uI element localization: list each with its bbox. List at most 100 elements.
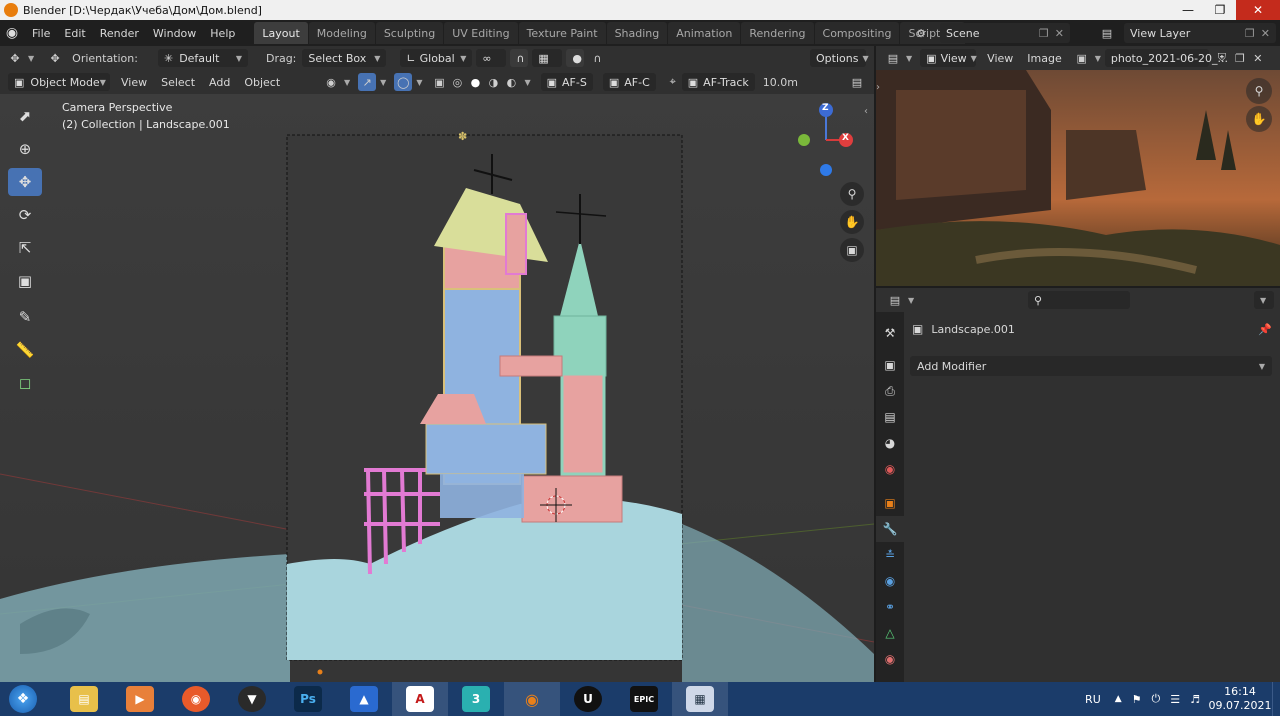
scene-selector[interactable]: Scene ❐ ✕ — [940, 23, 1070, 43]
editor-type-icon[interactable]: ▤ — [884, 49, 902, 67]
object-properties-icon[interactable]: ▣ — [876, 490, 904, 516]
viewport-menu-add[interactable]: Add — [202, 76, 237, 89]
menu-window[interactable]: Window — [146, 27, 203, 40]
system-clock[interactable]: 16:14 09.07.2021 — [1208, 685, 1272, 713]
tab-layout[interactable]: Layout — [254, 22, 308, 44]
image-menu-image[interactable]: Image — [1020, 52, 1068, 65]
measure-tool-icon[interactable]: 📏 — [8, 336, 42, 364]
gizmo-toggle-icon[interactable]: ↗ — [358, 73, 377, 91]
remove-view-layer-icon[interactable]: ✕ — [1261, 27, 1270, 40]
output-properties-icon[interactable]: ⎙ — [876, 378, 904, 404]
modifier-properties-icon[interactable]: 🔧 — [876, 516, 904, 542]
image-menu-view[interactable]: View — [980, 52, 1020, 65]
tab-sculpting[interactable]: Sculpting — [375, 22, 444, 44]
camera-view-icon[interactable]: ▣ — [840, 238, 864, 262]
image-view-dropdown[interactable]: ▣ View ▼ — [920, 49, 977, 67]
material-properties-icon[interactable]: ◉ — [876, 646, 904, 672]
data-properties-icon[interactable]: △ — [876, 620, 904, 646]
add-cube-tool-icon[interactable]: ◻ — [8, 369, 42, 397]
transform-tool-icon-2[interactable]: ▣ — [8, 267, 42, 295]
fake-user-icon[interactable]: ⛨ — [1213, 49, 1231, 67]
snap-toggle[interactable]: ∩ — [510, 49, 529, 67]
tab-shading[interactable]: Shading — [606, 22, 668, 44]
menu-render[interactable]: Render — [93, 27, 146, 40]
transform-tool-icon[interactable]: ✥ — [6, 49, 24, 67]
view-layer-icon[interactable]: ▤ — [1098, 24, 1116, 42]
navigation-gizmo[interactable]: Z X — [796, 100, 856, 184]
af-s-button[interactable]: ▣ AF-S — [540, 73, 593, 91]
menu-edit[interactable]: Edit — [57, 27, 92, 40]
menu-help[interactable]: Help — [203, 27, 242, 40]
drag-dropdown[interactable]: Select Box ▼ — [302, 49, 387, 67]
tab-animation[interactable]: Animation — [668, 22, 741, 44]
overlays-toggle-icon[interactable]: ◯ — [394, 73, 413, 91]
af-track-button[interactable]: ▣ AF-Track — [681, 73, 755, 91]
mode-dropdown[interactable]: ▣ Object Mode ▼ — [8, 73, 110, 91]
viewport-menu-object[interactable]: Object — [237, 76, 287, 89]
taskbar-explorer[interactable]: ▤ — [56, 682, 112, 716]
image-editor-canvas[interactable]: ⚲ ✋ › — [876, 70, 1280, 286]
wireframe-shading-icon[interactable]: ◎ — [448, 73, 466, 91]
tab-uv-editing[interactable]: UV Editing — [444, 22, 518, 44]
cursor-tool-icon[interactable]: ⊕ — [8, 135, 42, 163]
image-name-field[interactable]: photo_2021-06-20_... — [1104, 49, 1228, 67]
start-button[interactable]: ❖ — [0, 682, 46, 716]
rotate-tool-icon[interactable]: ⟳ — [8, 201, 42, 229]
snap-target-dropdown[interactable]: ▦ — [532, 49, 563, 67]
taskbar-firefox[interactable]: ◉ — [168, 682, 224, 716]
properties-editor-icon[interactable]: ▤ — [886, 291, 904, 309]
new-scene-icon[interactable]: ❐ — [1039, 27, 1049, 40]
show-desktop-button[interactable] — [1272, 682, 1280, 716]
orientation-dropdown[interactable]: ✳ Default ▼ — [157, 49, 248, 67]
taskbar-autocad[interactable]: A — [392, 682, 448, 716]
3d-viewport[interactable]: ✽ Camera Perspective (2) Collection | La… — [0, 94, 874, 682]
tool-properties-icon[interactable]: ⚒ — [876, 320, 904, 346]
tab-texture-paint[interactable]: Texture Paint — [518, 22, 606, 44]
properties-search[interactable]: ⚲ — [1028, 291, 1130, 309]
solid-shading-icon[interactable]: ● — [466, 73, 484, 91]
view-layer-properties-icon[interactable]: ▤ — [876, 404, 904, 430]
select-tool-icon[interactable]: ⬈ — [8, 102, 42, 130]
falloff-icon[interactable]: ∩ — [588, 49, 606, 67]
taskbar-epic-games[interactable]: EPIC — [616, 682, 672, 716]
taskbar-inkscape[interactable]: ▼ — [224, 682, 280, 716]
world-properties-icon[interactable]: ◉ — [876, 456, 904, 482]
material-shading-icon[interactable]: ◑ — [484, 73, 502, 91]
view-layer-selector[interactable]: View Layer ❐ ✕ — [1124, 23, 1276, 43]
image-browse-icon[interactable]: ▣ — [1073, 49, 1091, 67]
xray-toggle-icon[interactable]: ▣ — [430, 73, 448, 91]
sidebar-arrow-icon[interactable]: ‹ — [864, 106, 868, 117]
remove-scene-icon[interactable]: ✕ — [1055, 27, 1064, 40]
pin-icon[interactable]: 📌 — [1258, 323, 1272, 336]
rendered-shading-icon[interactable]: ◐ — [502, 73, 520, 91]
scene-type-icon[interactable]: ⚙ — [912, 24, 930, 42]
physics-properties-icon[interactable]: ◉ — [876, 568, 904, 594]
close-button[interactable]: ✕ — [1236, 0, 1280, 20]
show-hidden-icons[interactable]: ▲ — [1115, 694, 1122, 704]
image-pan-icon[interactable]: ✋ — [1246, 106, 1272, 132]
network-icon[interactable]: ☰ — [1170, 693, 1180, 706]
taskbar-calculator[interactable]: ▦ — [672, 682, 728, 716]
volume-icon[interactable]: ♬ — [1190, 693, 1200, 706]
zoom-icon[interactable]: ⚲ — [840, 182, 864, 206]
pan-hand-icon[interactable]: ✋ — [840, 210, 864, 234]
close-image-icon[interactable]: ✕ — [1249, 49, 1267, 67]
new-image-icon[interactable]: ❐ — [1231, 49, 1249, 67]
viewport-menu-view[interactable]: View — [114, 76, 154, 89]
taskbar-unreal[interactable]: U — [560, 682, 616, 716]
maximize-button[interactable]: ❐ — [1204, 0, 1236, 20]
taskbar-affinity[interactable]: ▲ — [336, 682, 392, 716]
annotate-tool-icon[interactable]: ✎ — [8, 303, 42, 331]
minimize-button[interactable]: — — [1172, 0, 1204, 20]
blender-logo-icon[interactable]: ◉ — [3, 24, 21, 42]
taskbar-photoshop[interactable]: Ps — [280, 682, 336, 716]
visibility-eye-icon[interactable]: ◉ — [322, 73, 340, 91]
move-tool-icon[interactable]: ✥ — [8, 168, 42, 196]
new-view-layer-icon[interactable]: ❐ — [1245, 27, 1255, 40]
tab-rendering[interactable]: Rendering — [741, 22, 814, 44]
options-dropdown[interactable]: Options ▼ — [810, 49, 869, 67]
language-indicator[interactable]: RU — [1085, 693, 1101, 706]
scale-tool-icon[interactable]: ⇱ — [8, 234, 42, 262]
render-properties-icon[interactable]: ▣ — [876, 352, 904, 378]
scene-properties-icon[interactable]: ◕ — [876, 430, 904, 456]
